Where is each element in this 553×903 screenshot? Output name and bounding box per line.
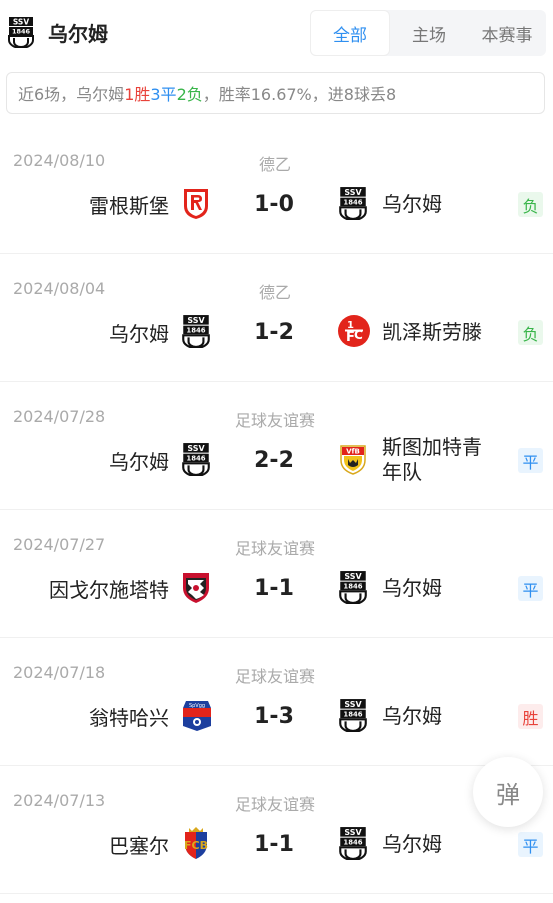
match-competition: 足球友谊赛 bbox=[234, 795, 315, 814]
floating-button[interactable]: 弹 bbox=[473, 757, 543, 827]
match-score: 1-0 bbox=[254, 191, 294, 217]
match-competition: 德乙 bbox=[258, 283, 291, 302]
summary-losses: 2负 bbox=[176, 85, 203, 104]
kaiserslautern-logo: 1 F C bbox=[337, 314, 370, 348]
ulm-logo: SSV 1846 bbox=[8, 16, 34, 48]
result-badge: 胜 bbox=[518, 704, 543, 729]
match-competition: 足球友谊赛 bbox=[234, 539, 315, 558]
result-badge: 负 bbox=[518, 320, 543, 345]
match-date: 2024/07/13 bbox=[13, 791, 106, 810]
summary-draws: 3平 bbox=[150, 85, 177, 104]
ulm-logo: SSV 1846 bbox=[337, 570, 369, 604]
svg-text:1846: 1846 bbox=[343, 199, 362, 207]
svg-text:1846: 1846 bbox=[343, 583, 362, 591]
match-score: 1-3 bbox=[254, 703, 294, 729]
ingolstadt-logo bbox=[180, 570, 212, 604]
page-title: 乌尔姆 bbox=[48, 22, 108, 46]
match-competition: 足球友谊赛 bbox=[234, 411, 315, 430]
home-team-name: 乌尔姆 bbox=[109, 321, 169, 346]
match-date: 2024/08/04 bbox=[13, 279, 106, 298]
match-row[interactable]: 2024/07/13 足球友谊赛 巴塞尔 FCB 1-1 SSV 1846 乌尔… bbox=[0, 766, 553, 894]
record-summary: 近6场，乌尔姆 1胜 3平 2负 ，胜率16.67%，进8球丢8 bbox=[6, 72, 545, 114]
filter-tabs: 全部 主场 本赛事 bbox=[310, 10, 546, 56]
away-team-name: 凯泽斯劳滕 bbox=[382, 319, 482, 344]
svg-text:SSV: SSV bbox=[344, 700, 362, 709]
tab-all[interactable]: 全部 bbox=[310, 10, 390, 56]
home-team-name: 雷根斯堡 bbox=[89, 193, 169, 218]
match-score: 1-1 bbox=[254, 831, 294, 857]
svg-text:SSV: SSV bbox=[344, 572, 362, 581]
unterhaching-logo: SpVgg bbox=[180, 698, 212, 732]
match-date: 2024/07/28 bbox=[13, 407, 106, 426]
ulm-logo: SSV 1846 bbox=[337, 186, 369, 220]
ulm-logo: SSV 1846 bbox=[180, 314, 212, 348]
home-team-name: 翁特哈兴 bbox=[89, 705, 169, 730]
match-competition: 足球友谊赛 bbox=[234, 667, 315, 686]
match-row[interactable]: 2024/07/18 足球友谊赛 翁特哈兴 SpVgg 1-3 SSV 1846… bbox=[0, 638, 553, 766]
away-team-name: 乌尔姆 bbox=[382, 191, 442, 216]
match-score: 1-2 bbox=[254, 319, 294, 345]
svg-text:FCB: FCB bbox=[184, 839, 208, 852]
result-badge: 平 bbox=[518, 576, 543, 601]
away-team-name: 乌尔姆 bbox=[382, 575, 442, 600]
result-badge: 平 bbox=[518, 448, 543, 473]
result-badge: 平 bbox=[518, 832, 543, 857]
match-score: 1-1 bbox=[254, 575, 294, 601]
svg-text:1846: 1846 bbox=[186, 327, 205, 335]
ulm-logo: SSV 1846 bbox=[337, 826, 369, 860]
match-date: 2024/07/27 bbox=[13, 535, 106, 554]
svg-text:1846: 1846 bbox=[343, 839, 362, 847]
summary-prefix: 近6场，乌尔姆 bbox=[18, 85, 125, 104]
svg-text:VfB: VfB bbox=[346, 448, 360, 456]
tab-home[interactable]: 主场 bbox=[390, 10, 468, 56]
svg-text:SSV: SSV bbox=[344, 828, 362, 837]
stuttgart-logo: VfB bbox=[337, 442, 369, 476]
away-team-name: 乌尔姆 bbox=[382, 703, 442, 728]
svg-text:1846: 1846 bbox=[12, 28, 31, 36]
match-score: 2-2 bbox=[254, 447, 294, 473]
svg-text:SSV: SSV bbox=[344, 188, 362, 197]
svg-text:SSV: SSV bbox=[187, 444, 205, 453]
svg-text:1846: 1846 bbox=[343, 711, 362, 719]
summary-suffix: ，胜率16.67%，进8球丢8 bbox=[202, 85, 397, 104]
tab-competition[interactable]: 本赛事 bbox=[468, 10, 546, 56]
result-badge: 负 bbox=[518, 192, 543, 217]
match-row[interactable]: 2024/08/10 德乙 雷根斯堡 1-0 SSV 1846 乌尔姆 负 bbox=[0, 126, 553, 254]
away-team-name: 乌尔姆 bbox=[382, 831, 442, 856]
match-row[interactable]: 2024/07/28 足球友谊赛 乌尔姆 SSV 1846 2-2 VfB 斯图… bbox=[0, 382, 553, 510]
match-date: 2024/07/18 bbox=[13, 663, 106, 682]
svg-text:1846: 1846 bbox=[186, 455, 205, 463]
match-row[interactable]: 2024/08/04 德乙 乌尔姆 SSV 1846 1-2 1 F C 凯泽斯… bbox=[0, 254, 553, 382]
match-row[interactable]: 2024/07/27 足球友谊赛 因戈尔施塔特 1-1 SSV 1846 乌尔姆… bbox=[0, 510, 553, 638]
away-team-name: 斯图加特青年队 bbox=[382, 435, 482, 484]
svg-text:SpVgg: SpVgg bbox=[189, 703, 205, 709]
match-date: 2024/08/10 bbox=[13, 151, 106, 170]
home-team-name: 乌尔姆 bbox=[109, 449, 169, 474]
ulm-logo: SSV 1846 bbox=[337, 698, 369, 732]
svg-text:SSV: SSV bbox=[187, 316, 205, 325]
summary-wins: 1胜 bbox=[124, 85, 151, 104]
basel-logo: FCB bbox=[180, 826, 212, 860]
match-competition: 德乙 bbox=[258, 155, 291, 174]
svg-text:SSV: SSV bbox=[13, 18, 29, 27]
home-team-name: 巴塞尔 bbox=[109, 833, 169, 858]
ulm-logo: SSV 1846 bbox=[180, 442, 212, 476]
regensburg-logo bbox=[180, 186, 212, 220]
page-header: SSV 1846 乌尔姆 全部 主场 本赛事 bbox=[0, 0, 553, 66]
home-team-name: 因戈尔施塔特 bbox=[49, 577, 169, 602]
